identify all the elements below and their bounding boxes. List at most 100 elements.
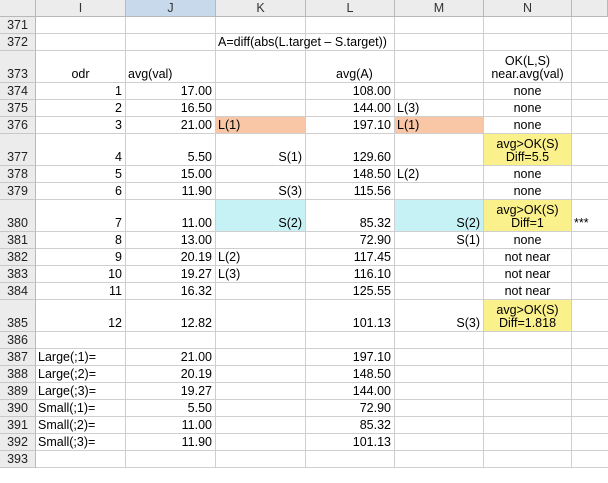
- cell-J392[interactable]: 11.90: [126, 434, 216, 451]
- cell-L378[interactable]: 148.50: [306, 166, 395, 183]
- row-header-393[interactable]: 393: [0, 451, 36, 468]
- cell-I391[interactable]: Small(;2)=: [36, 417, 126, 434]
- cell-L376[interactable]: 197.10: [306, 117, 395, 134]
- cell-I392[interactable]: Small(;3)=: [36, 434, 126, 451]
- cell-I393[interactable]: [36, 451, 126, 468]
- cell-I375[interactable]: 2: [36, 100, 126, 117]
- cell-L382[interactable]: 117.45: [306, 249, 395, 266]
- cell-N387[interactable]: [484, 349, 572, 366]
- row-header-392[interactable]: 392: [0, 434, 36, 451]
- cell-I382[interactable]: 9: [36, 249, 126, 266]
- cell-N373[interactable]: OK(L,S) near.avg(val): [484, 51, 572, 83]
- row-header-384[interactable]: 384: [0, 283, 36, 300]
- cell-N372[interactable]: [484, 34, 572, 51]
- cell-L379[interactable]: 115.56: [306, 183, 395, 200]
- cell-N391[interactable]: [484, 417, 572, 434]
- cell-K389[interactable]: [216, 383, 306, 400]
- cell-K378[interactable]: [216, 166, 306, 183]
- cell-I384[interactable]: 11: [36, 283, 126, 300]
- cell-L388[interactable]: 148.50: [306, 366, 395, 383]
- cell-K387[interactable]: [216, 349, 306, 366]
- cell-I374[interactable]: 1: [36, 83, 126, 100]
- cell-X387[interactable]: [572, 349, 608, 366]
- cell-X378[interactable]: [572, 166, 608, 183]
- cell-M371[interactable]: [395, 17, 484, 34]
- cell-K388[interactable]: [216, 366, 306, 383]
- cell-J374[interactable]: 17.00: [126, 83, 216, 100]
- cell-M387[interactable]: [395, 349, 484, 366]
- cell-L385[interactable]: 101.13: [306, 300, 395, 332]
- cell-M393[interactable]: [395, 451, 484, 468]
- cell-M384[interactable]: [395, 283, 484, 300]
- cell-X371[interactable]: [572, 17, 608, 34]
- cell-J377[interactable]: 5.50: [126, 134, 216, 166]
- cell-I377[interactable]: 4: [36, 134, 126, 166]
- cell-L386[interactable]: [306, 332, 395, 349]
- cell-J393[interactable]: [126, 451, 216, 468]
- row-header-379[interactable]: 379: [0, 183, 36, 200]
- cell-L392[interactable]: 101.13: [306, 434, 395, 451]
- cell-K377[interactable]: S(1): [216, 134, 306, 166]
- cell-N377[interactable]: avg>OK(S) Diff=5.5: [484, 134, 572, 166]
- cell-I373[interactable]: odr: [36, 51, 126, 83]
- cell-X381[interactable]: [572, 232, 608, 249]
- cell-X375[interactable]: [572, 100, 608, 117]
- cell-X382[interactable]: [572, 249, 608, 266]
- cell-K380[interactable]: S(2): [216, 200, 306, 232]
- cell-L390[interactable]: 72.90: [306, 400, 395, 417]
- cell-X386[interactable]: [572, 332, 608, 349]
- cell-M388[interactable]: [395, 366, 484, 383]
- column-header-L[interactable]: L: [306, 0, 395, 17]
- cell-I380[interactable]: 7: [36, 200, 126, 232]
- row-header-387[interactable]: 387: [0, 349, 36, 366]
- cell-I387[interactable]: Large(;1)=: [36, 349, 126, 366]
- cell-N378[interactable]: none: [484, 166, 572, 183]
- row-header-386[interactable]: 386: [0, 332, 36, 349]
- cell-M381[interactable]: S(1): [395, 232, 484, 249]
- cell-J378[interactable]: 15.00: [126, 166, 216, 183]
- row-header-388[interactable]: 388: [0, 366, 36, 383]
- cell-N383[interactable]: not near: [484, 266, 572, 283]
- cell-L381[interactable]: 72.90: [306, 232, 395, 249]
- row-header-380[interactable]: 380: [0, 200, 36, 232]
- cell-K373[interactable]: [216, 51, 306, 83]
- column-header-M[interactable]: M: [395, 0, 484, 17]
- cell-X385[interactable]: [572, 300, 608, 332]
- cell-X374[interactable]: [572, 83, 608, 100]
- cell-L389[interactable]: 144.00: [306, 383, 395, 400]
- cell-L384[interactable]: 125.55: [306, 283, 395, 300]
- cell-K391[interactable]: [216, 417, 306, 434]
- cell-J376[interactable]: 21.00: [126, 117, 216, 134]
- cell-N392[interactable]: [484, 434, 572, 451]
- cell-M376[interactable]: L(1): [395, 117, 484, 134]
- column-header-I[interactable]: I: [36, 0, 126, 17]
- cell-K393[interactable]: [216, 451, 306, 468]
- cell-N382[interactable]: not near: [484, 249, 572, 266]
- cell-L383[interactable]: 116.10: [306, 266, 395, 283]
- cell-K375[interactable]: [216, 100, 306, 117]
- row-header-390[interactable]: 390: [0, 400, 36, 417]
- cell-L375[interactable]: 144.00: [306, 100, 395, 117]
- cell-L374[interactable]: 108.00: [306, 83, 395, 100]
- cell-N393[interactable]: [484, 451, 572, 468]
- cell-K381[interactable]: [216, 232, 306, 249]
- cell-M385[interactable]: S(3): [395, 300, 484, 332]
- column-header-N[interactable]: N: [484, 0, 572, 17]
- column-header-K[interactable]: K: [216, 0, 306, 17]
- cell-J381[interactable]: 13.00: [126, 232, 216, 249]
- cell-N381[interactable]: none: [484, 232, 572, 249]
- cell-X377[interactable]: [572, 134, 608, 166]
- cell-N384[interactable]: not near: [484, 283, 572, 300]
- cell-I371[interactable]: [36, 17, 126, 34]
- cell-M382[interactable]: [395, 249, 484, 266]
- cell-I376[interactable]: 3: [36, 117, 126, 134]
- cell-K385[interactable]: [216, 300, 306, 332]
- cell-K379[interactable]: S(3): [216, 183, 306, 200]
- cell-N371[interactable]: [484, 17, 572, 34]
- cell-X376[interactable]: [572, 117, 608, 134]
- cell-J390[interactable]: 5.50: [126, 400, 216, 417]
- cell-K376[interactable]: L(1): [216, 117, 306, 134]
- cell-M379[interactable]: [395, 183, 484, 200]
- cell-N375[interactable]: none: [484, 100, 572, 117]
- row-header-383[interactable]: 383: [0, 266, 36, 283]
